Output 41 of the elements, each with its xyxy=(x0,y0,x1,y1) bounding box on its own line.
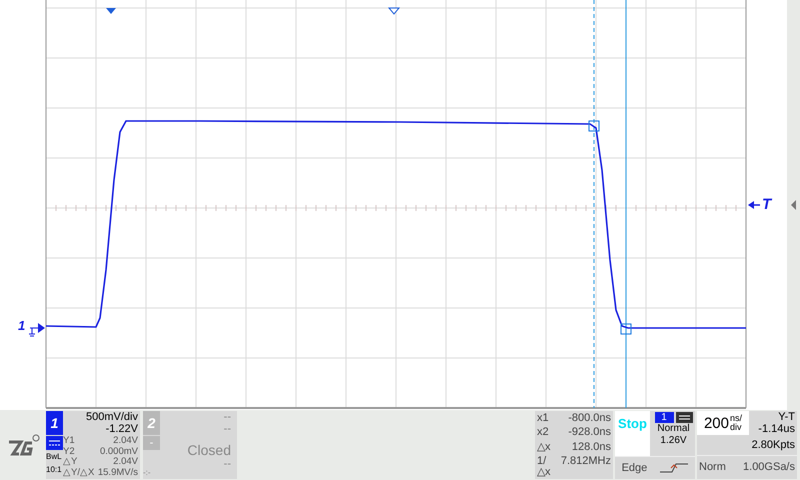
cursor-reading-value: 2.04V xyxy=(113,457,138,468)
trigger-type: Edge xyxy=(622,460,648,476)
acquisition-mode: Norm xyxy=(699,460,726,476)
display-mode: Y-T xyxy=(778,411,795,423)
cursor-label: x1 xyxy=(537,412,549,424)
memory-depth: 2.80Kpts xyxy=(752,438,795,453)
cursor-reading-value: 15.9MV/s xyxy=(98,468,138,478)
horizontal-delay: -1.14us xyxy=(758,423,795,435)
cursor-reading-label: △Y/△X xyxy=(63,468,94,478)
volts-per-div: 500mV/div xyxy=(86,411,138,423)
cursor-reading-label: Y1 xyxy=(63,436,75,446)
offset-value: -1.22V xyxy=(106,423,138,435)
timebase-value: 200 xyxy=(704,416,729,430)
timebase-unit: div xyxy=(730,423,742,432)
bandwidth-limit: BwL xyxy=(46,451,63,463)
cursor-label: 1/△x xyxy=(537,456,552,478)
cursor-reading-value: 2.04V xyxy=(113,436,138,446)
probe-ratio: 10:1 xyxy=(46,464,63,476)
cursor-reading-label: Y2 xyxy=(63,446,75,457)
trigger-mode: Normal xyxy=(657,423,690,435)
trigger-source[interactable]: 1 xyxy=(654,412,674,423)
cursor-value: -800.0ns xyxy=(568,412,611,424)
cursor-reading-value: 0.000mV xyxy=(100,446,138,457)
cursor-value: 128.0ns xyxy=(572,442,611,452)
cursor-value: -928.0ns xyxy=(568,427,611,438)
channel-status: Closed xyxy=(187,442,231,458)
offset-value: -- xyxy=(224,423,231,435)
cursor-value: 7.812MHz xyxy=(560,456,611,470)
cursor-panel[interactable]: x1 -800.0ns x2 -928.0ns △x 128.0ns 1/△x 7.812MHz xyxy=(535,411,613,479)
channel-marker: 1 xyxy=(18,319,26,332)
cursor-label: △x xyxy=(537,442,550,452)
probe-ratio: -:- xyxy=(143,467,152,479)
channel-number[interactable]: 1 xyxy=(46,411,63,435)
cursor-reading-label: △Y xyxy=(63,457,78,468)
sample-rate: 1.00GSa/s xyxy=(743,460,795,476)
cursor-label: x2 xyxy=(537,427,549,438)
volts-per-div: -- xyxy=(224,411,231,423)
trigger-level: 1.26V xyxy=(660,435,687,447)
timebase-unit: ns/ xyxy=(730,414,742,423)
channel-value: -- xyxy=(224,458,231,470)
trigger-marker: T xyxy=(762,197,772,212)
